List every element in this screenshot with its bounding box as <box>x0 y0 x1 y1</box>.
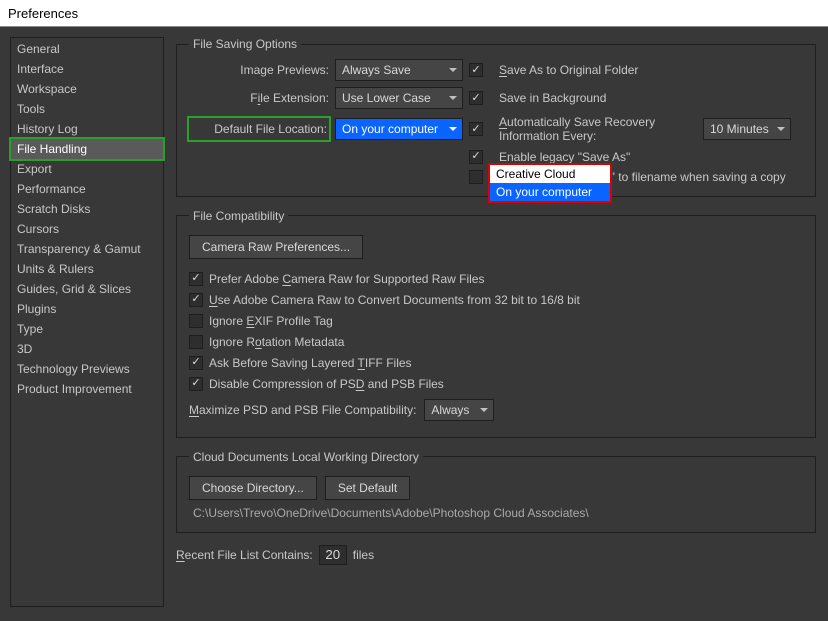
recent-files-label: Recent File List Contains: <box>176 548 313 562</box>
use-acr-label: Use Adobe Camera Raw to Convert Document… <box>209 293 580 307</box>
sidebar-item-type[interactable]: Type <box>11 319 163 339</box>
set-default-button[interactable]: Set Default <box>325 476 410 500</box>
sidebar-item-scratch-disks[interactable]: Scratch Disks <box>11 199 163 219</box>
cloud-dir-path: C:\Users\Trevo\OneDrive\Documents\Adobe\… <box>193 506 803 520</box>
auto-save-label: Automatically Save Recovery Information … <box>499 115 697 144</box>
sidebar-item-historylog[interactable]: History Log <box>11 119 163 139</box>
save-original-label: Save As to Original Folder <box>499 63 697 77</box>
sidebar-item-export[interactable]: Export <box>11 159 163 179</box>
save-original-checkbox[interactable] <box>469 63 483 77</box>
disable-compression-checkbox[interactable] <box>189 377 203 391</box>
auto-save-interval-select[interactable]: 10 Minutes <box>703 118 791 140</box>
auto-save-checkbox[interactable] <box>469 122 483 136</box>
camera-raw-prefs-button[interactable]: Camera Raw Preferences... <box>189 235 363 259</box>
use-acr-checkbox[interactable] <box>189 293 203 307</box>
category-sidebar: General Interface Workspace Tools Histor… <box>10 37 164 607</box>
sidebar-item-workspace[interactable]: Workspace <box>11 79 163 99</box>
image-previews-label: Image Previews: <box>189 63 329 77</box>
sidebar-item-plugins[interactable]: Plugins <box>11 299 163 319</box>
image-previews-select[interactable]: Always Save <box>335 59 463 81</box>
disable-compression-label: Disable Compression of PSD and PSB Files <box>209 377 444 391</box>
prefer-acr-checkbox[interactable] <box>189 272 203 286</box>
prefer-acr-label: Prefer Adobe Camera Raw for Supported Ra… <box>209 272 484 286</box>
default-location-option-computer[interactable]: On your computer <box>490 183 610 201</box>
maximize-compat-label: Maximize PSD and PSB File Compatibility: <box>189 403 416 417</box>
content-pane: File Saving Options Image Previews: Alwa… <box>164 27 828 621</box>
sidebar-item-performance[interactable]: Performance <box>11 179 163 199</box>
sidebar-item-guides-grid[interactable]: Guides, Grid & Slices <box>11 279 163 299</box>
main-layout: General Interface Workspace Tools Histor… <box>0 27 828 621</box>
window-titlebar: Preferences <box>0 0 828 27</box>
sidebar-item-tech-previews[interactable]: Technology Previews <box>11 359 163 379</box>
save-background-label: Save in Background <box>499 91 697 105</box>
default-location-dropdown: Creative Cloud On your computer <box>488 163 612 203</box>
recent-files-suffix: files <box>353 548 374 562</box>
recent-files-input[interactable] <box>319 545 347 565</box>
no-copy-checkbox[interactable] <box>469 170 483 184</box>
ignore-rotation-label: Ignore Rotation Metadata <box>209 335 344 349</box>
choose-directory-button[interactable]: Choose Directory... <box>189 476 317 500</box>
sidebar-item-file-handling[interactable]: File Handling <box>11 139 163 159</box>
file-saving-legend: File Saving Options <box>189 37 301 51</box>
legacy-saveas-label: Enable legacy "Save As" <box>499 150 697 164</box>
ask-tiff-label: Ask Before Saving Layered TIFF Files <box>209 356 412 370</box>
default-location-select[interactable]: On your computer <box>335 118 463 140</box>
ignore-exif-checkbox[interactable] <box>189 314 203 328</box>
sidebar-item-tools[interactable]: Tools <box>11 99 163 119</box>
file-extension-label: File Extension: <box>189 91 329 105</box>
ignore-exif-label: Ignore EXIF Profile Tag <box>209 314 333 328</box>
maximize-compat-select[interactable]: Always <box>424 399 494 421</box>
ignore-rotation-checkbox[interactable] <box>189 335 203 349</box>
sidebar-item-cursors[interactable]: Cursors <box>11 219 163 239</box>
cloud-dir-legend: Cloud Documents Local Working Directory <box>189 450 423 464</box>
sidebar-item-product-improvement[interactable]: Product Improvement <box>11 379 163 399</box>
default-location-label: Default File Location: <box>189 118 329 140</box>
ask-tiff-checkbox[interactable] <box>189 356 203 370</box>
file-compat-legend: File Compatibility <box>189 209 288 223</box>
file-extension-select[interactable]: Use Lower Case <box>335 87 463 109</box>
sidebar-item-3d[interactable]: 3D <box>11 339 163 359</box>
sidebar-item-transparency[interactable]: Transparency & Gamut <box>11 239 163 259</box>
save-background-checkbox[interactable] <box>469 91 483 105</box>
sidebar-item-general[interactable]: General <box>11 39 163 59</box>
sidebar-item-units-rulers[interactable]: Units & Rulers <box>11 259 163 279</box>
cloud-dir-group: Cloud Documents Local Working Directory … <box>176 450 816 533</box>
file-compat-group: File Compatibility Camera Raw Preference… <box>176 209 816 438</box>
legacy-saveas-checkbox[interactable] <box>469 150 483 164</box>
sidebar-item-interface[interactable]: Interface <box>11 59 163 79</box>
default-location-option-creative-cloud[interactable]: Creative Cloud <box>490 165 610 183</box>
window-title: Preferences <box>8 6 78 21</box>
